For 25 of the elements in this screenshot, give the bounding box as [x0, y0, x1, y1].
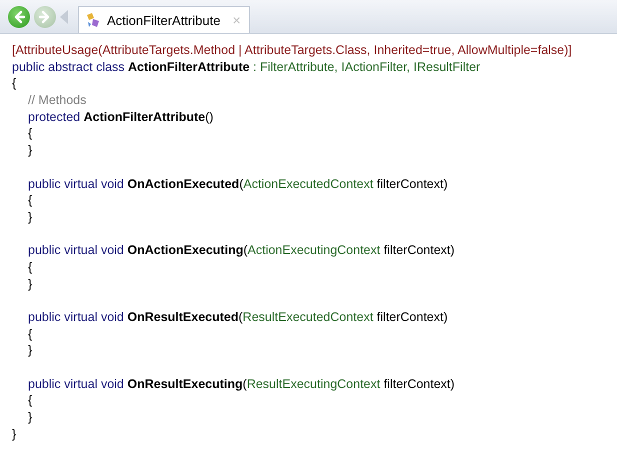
code-line: // Methods	[28, 92, 88, 109]
code-line: public virtual void OnResultExecuted(ResultExecutedContext filterContext)	[28, 309, 449, 326]
code-line: }	[12, 426, 18, 442]
tab-label: ActionFilterAttribute	[107, 12, 220, 28]
code-line: }	[28, 208, 34, 226]
back-button[interactable]	[8, 6, 30, 28]
code-line: [AttributeUsage(AttributeTargets.Method | AttributeTargets.Class, Inherited=true, AllowMultiple=false)]	[12, 42, 573, 59]
code-line: public virtual void OnActionExecuting(ActionExecutingContext filterContext)	[28, 242, 456, 259]
code-line: {	[28, 326, 34, 342]
code-line: {	[28, 192, 34, 209]
code-line: public virtual void OnActionExecuted(ActionExecutedContext filterContext)	[28, 176, 449, 192]
code-line: }	[28, 409, 34, 426]
triangle-icon	[60, 10, 68, 24]
code-line: }	[28, 276, 34, 292]
code-line: {	[28, 125, 34, 142]
document-tab[interactable]: ActionFilterAttribute ×	[78, 6, 250, 33]
class-icon	[85, 12, 101, 28]
code-line: }	[28, 342, 34, 360]
code-line: public abstract class ActionFilterAttribute : FilterAttribute, IActionFilter, IResultFilter	[12, 58, 482, 76]
code-line: {	[12, 75, 18, 92]
code-line: {	[28, 258, 34, 276]
code-line: protected ActionFilterAttribute()	[28, 108, 214, 126]
code-line: {	[28, 392, 34, 410]
code-line: }	[28, 142, 34, 159]
code-line: public virtual void OnResultExecuting(ResultExecutingContext filterContext)	[28, 376, 456, 392]
